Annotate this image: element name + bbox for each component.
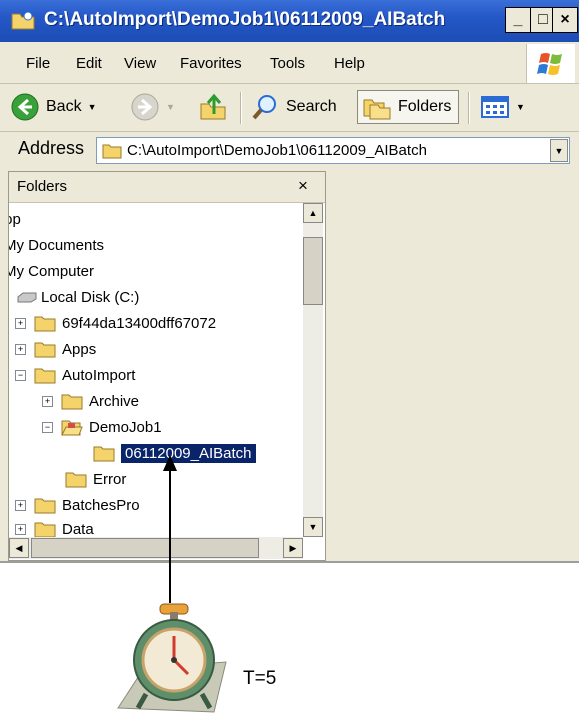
expand-icon[interactable]: + bbox=[15, 343, 26, 355]
menu-edit[interactable]: Edit bbox=[76, 55, 102, 72]
forward-button[interactable]: ▼ bbox=[130, 84, 175, 130]
tree-item-desktop[interactable]: top bbox=[9, 207, 21, 231]
folder-explorer-icon bbox=[11, 11, 35, 30]
explorer-window: C:\AutoImport\DemoJob1\06112009_AIBatch … bbox=[0, 0, 579, 563]
tree-item-69f44da13400dff67072[interactable]: + 69f44da13400dff67072 bbox=[15, 311, 216, 335]
folder-icon bbox=[34, 316, 56, 332]
menu-help[interactable]: Help bbox=[334, 55, 365, 72]
folder-icon bbox=[34, 498, 56, 514]
folder-icon bbox=[65, 472, 87, 488]
folder-icon bbox=[34, 342, 56, 358]
folder-icon bbox=[61, 394, 83, 410]
folders-pane-header: Folders × bbox=[9, 172, 325, 203]
tree-item-archive[interactable]: + Archive bbox=[42, 389, 139, 413]
folder-icon bbox=[102, 144, 122, 159]
folder-tree: top My Documents My Computer Local Disk … bbox=[9, 203, 303, 537]
chevron-down-icon: ▼ bbox=[87, 102, 97, 112]
magnifier-icon bbox=[252, 95, 276, 120]
open-folder-icon bbox=[61, 420, 83, 436]
up-folder-button[interactable] bbox=[198, 84, 228, 130]
menu-view[interactable]: View bbox=[124, 55, 156, 72]
alarm-clock-icon bbox=[117, 603, 227, 713]
folder-icon bbox=[34, 368, 56, 384]
scroll-right-button[interactable]: ▶ bbox=[283, 538, 303, 558]
folder-icon bbox=[93, 446, 115, 462]
address-label: Address bbox=[18, 138, 85, 158]
address-dropdown-button[interactable]: ▼ bbox=[550, 139, 568, 162]
folders-icon bbox=[363, 99, 391, 120]
folders-pane-close-button[interactable]: × bbox=[298, 176, 308, 196]
tree-item-batchespro[interactable]: + BatchesPro bbox=[15, 493, 140, 517]
expand-icon[interactable]: + bbox=[42, 395, 53, 407]
back-arrow-icon bbox=[11, 93, 39, 121]
folder-up-icon bbox=[200, 93, 226, 120]
toolbar: Back ▼ ▼ Search Folders ▼ bbox=[0, 84, 579, 132]
windows-logo bbox=[526, 44, 575, 83]
tree-item-demojob1[interactable]: − DemoJob1 bbox=[42, 415, 162, 439]
tree-item-my-documents[interactable]: My Documents bbox=[9, 233, 104, 257]
menu-bar: File Edit View Favorites Tools Help bbox=[0, 44, 579, 84]
search-button[interactable]: Search bbox=[250, 84, 337, 130]
collapse-icon[interactable]: − bbox=[42, 421, 53, 433]
folder-icon bbox=[34, 522, 56, 537]
expand-icon[interactable]: + bbox=[15, 499, 26, 511]
forward-arrow-icon bbox=[131, 93, 159, 121]
tree-item-apps[interactable]: + Apps bbox=[15, 337, 96, 361]
expand-icon[interactable]: + bbox=[15, 317, 26, 329]
folders-button[interactable]: Folders bbox=[357, 90, 459, 124]
hard-drive-icon bbox=[17, 292, 37, 303]
minimize-button[interactable]: _ bbox=[505, 7, 531, 33]
folders-pane-title: Folders bbox=[17, 178, 68, 195]
chevron-down-icon: ▼ bbox=[516, 102, 525, 112]
time-label: T=5 bbox=[243, 668, 277, 689]
vertical-scroll-thumb[interactable] bbox=[303, 237, 323, 305]
views-button[interactable]: ▼ bbox=[480, 84, 525, 130]
expand-icon[interactable]: + bbox=[15, 523, 26, 535]
window-title: C:\AutoImport\DemoJob1\06112009_AIBatch bbox=[44, 9, 446, 30]
horizontal-scroll-thumb[interactable] bbox=[31, 538, 259, 558]
close-button[interactable]: × bbox=[552, 7, 578, 33]
tree-item-autoimport[interactable]: − AutoImport bbox=[15, 363, 135, 387]
tree-item-local-disk[interactable]: Local Disk (C:) bbox=[17, 285, 139, 309]
vertical-scrollbar[interactable]: ▲ ▼ bbox=[303, 203, 323, 537]
scroll-down-button[interactable]: ▼ bbox=[303, 517, 323, 537]
scroll-left-button[interactable]: ◀ bbox=[9, 538, 29, 558]
horizontal-scrollbar[interactable]: ◀ ▶ bbox=[9, 537, 303, 559]
back-button[interactable]: Back ▼ bbox=[10, 84, 97, 130]
tree-item-my-computer[interactable]: My Computer bbox=[9, 259, 94, 283]
menu-file[interactable]: File bbox=[26, 55, 50, 72]
windows-flag-icon bbox=[537, 53, 562, 75]
tree-item-error[interactable]: Error bbox=[65, 467, 126, 491]
address-bar: Address C:\AutoImport\DemoJob1\06112009_… bbox=[0, 133, 579, 169]
title-bar[interactable]: C:\AutoImport\DemoJob1\06112009_AIBatch … bbox=[0, 0, 579, 42]
views-icon bbox=[481, 96, 509, 118]
menu-tools[interactable]: Tools bbox=[270, 55, 305, 72]
collapse-icon[interactable]: − bbox=[15, 369, 26, 381]
menu-favorites[interactable]: Favorites bbox=[180, 55, 242, 72]
tree-item-data[interactable]: + Data bbox=[15, 517, 94, 537]
chevron-down-icon: ▼ bbox=[166, 102, 175, 112]
address-input[interactable]: C:\AutoImport\DemoJob1\06112009_AIBatch … bbox=[96, 137, 570, 164]
annotation-arrow bbox=[163, 455, 177, 603]
scroll-up-button[interactable]: ▲ bbox=[303, 203, 323, 223]
